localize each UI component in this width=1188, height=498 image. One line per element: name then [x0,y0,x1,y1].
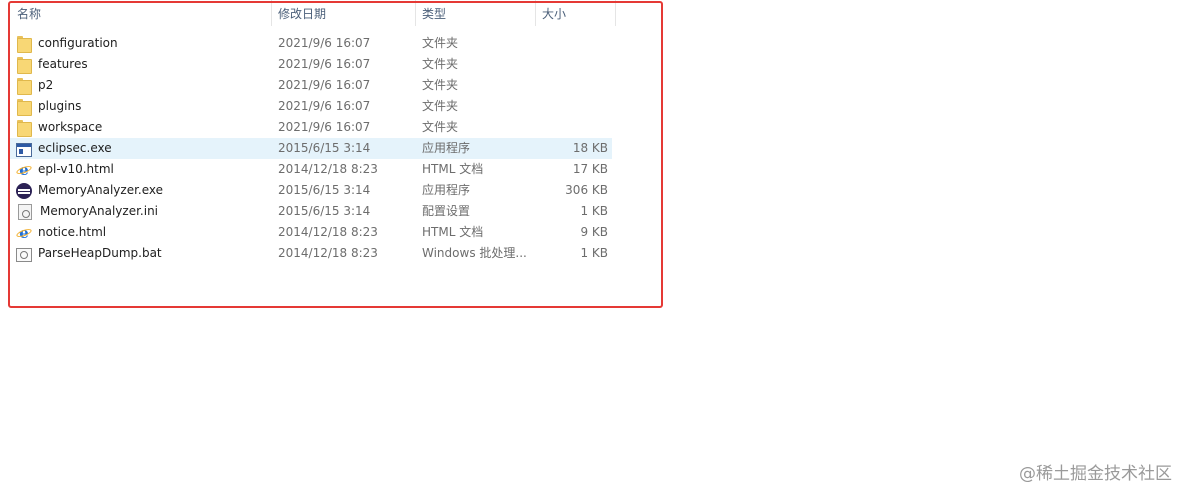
watermark: @稀土掘金技术社区 [1019,464,1172,484]
annotation-highlight-box [8,1,663,308]
